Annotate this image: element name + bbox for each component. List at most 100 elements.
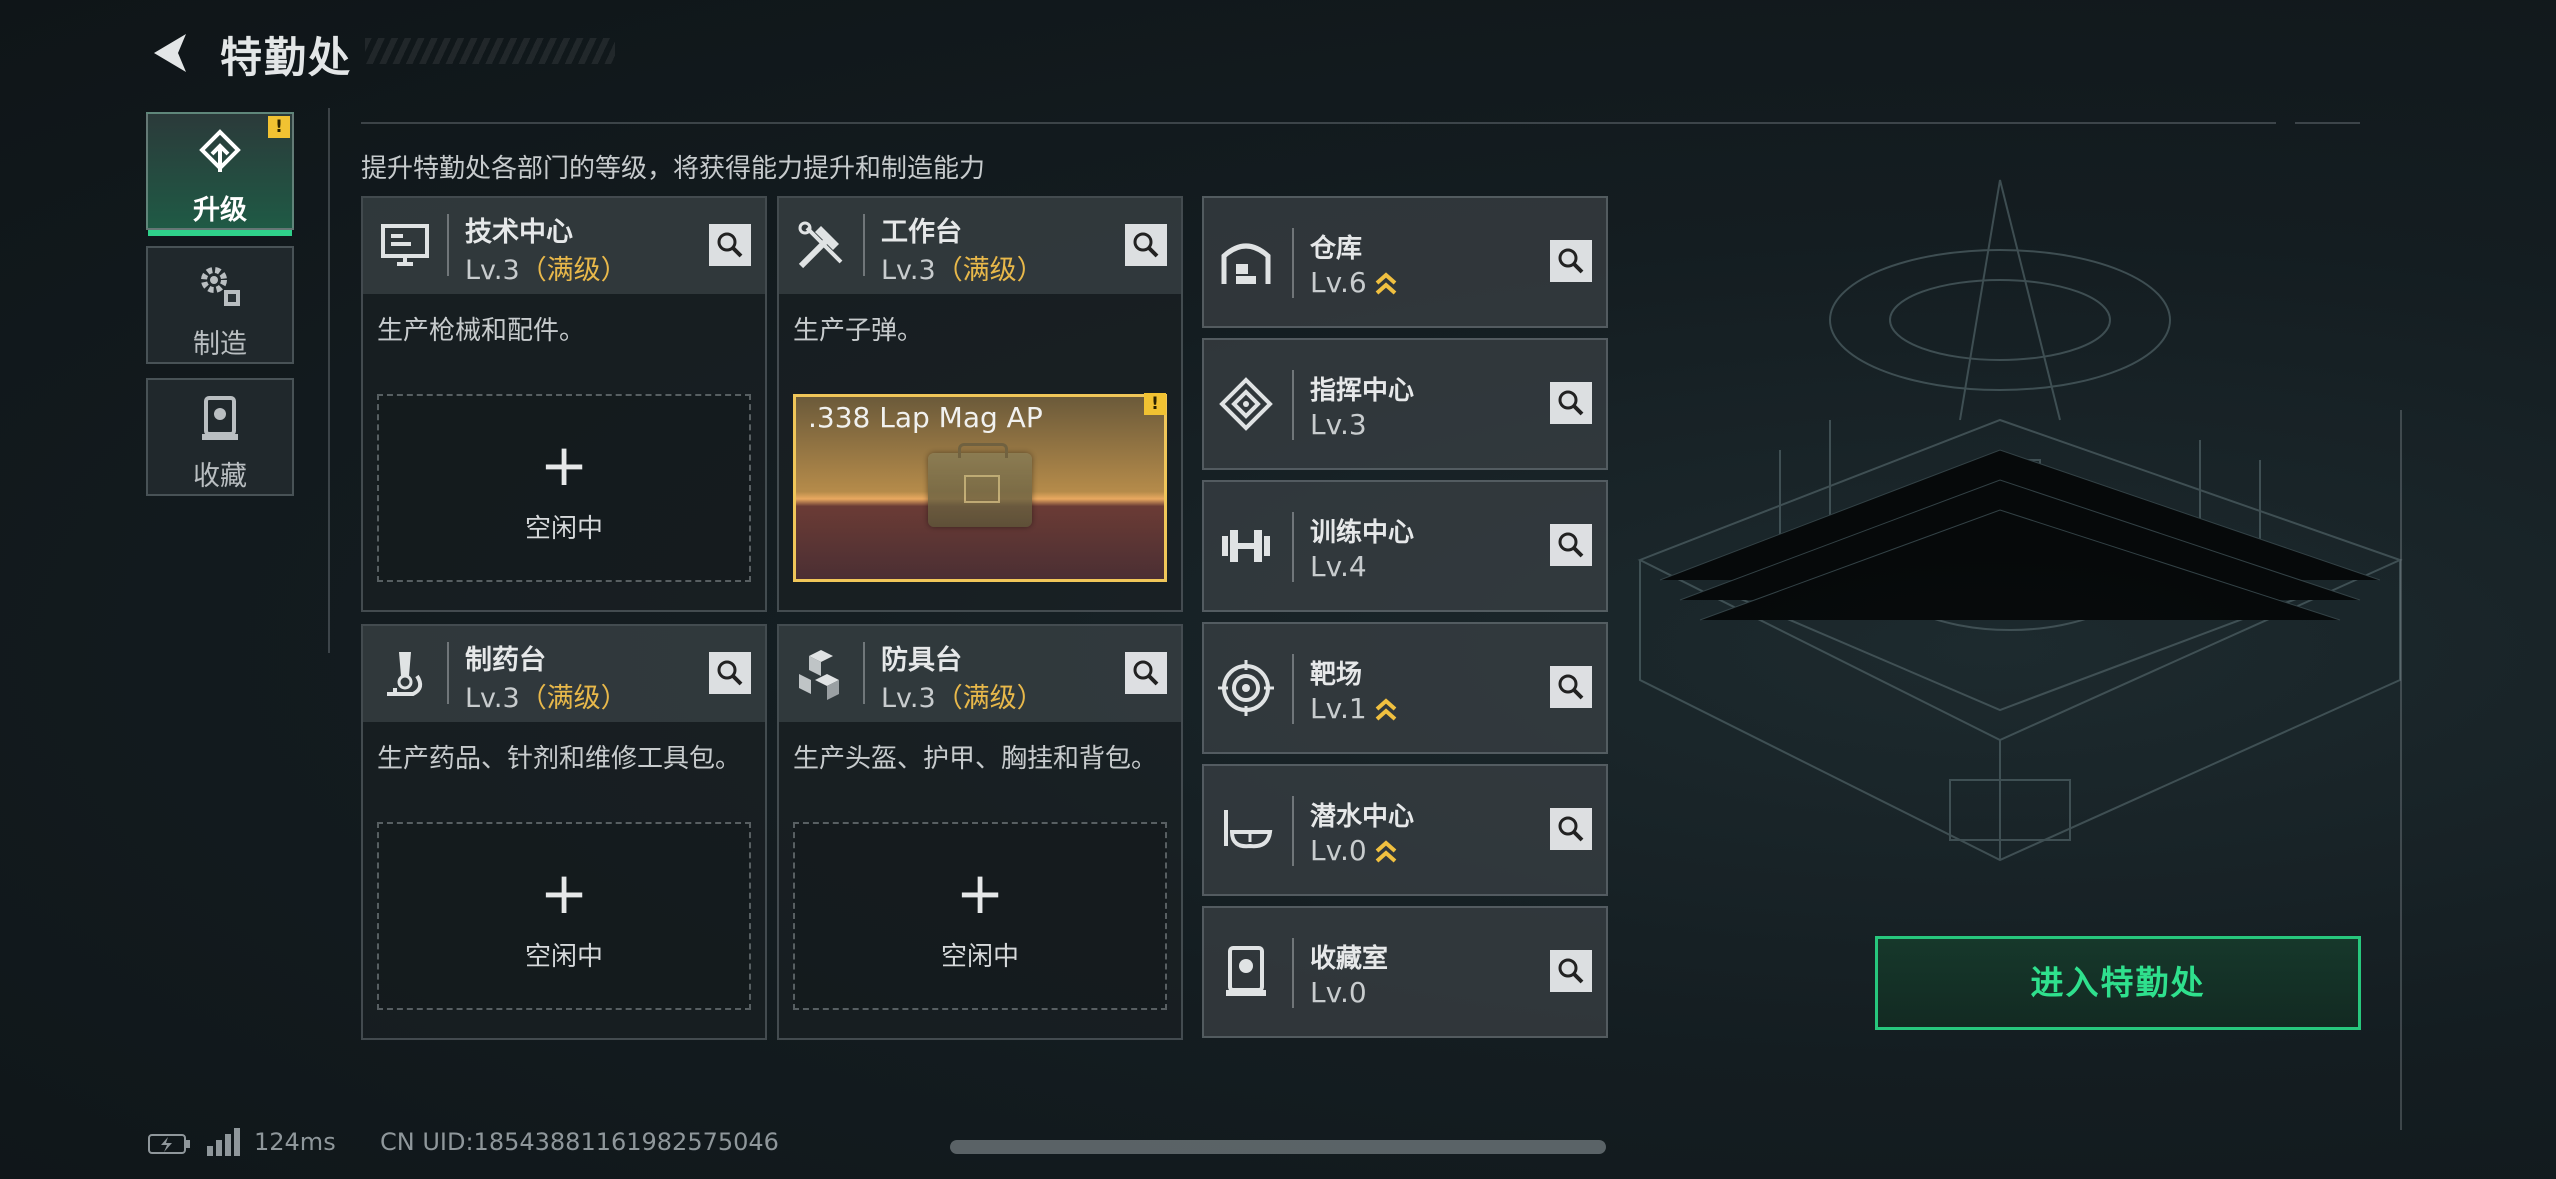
search-icon[interactable] xyxy=(1550,950,1592,992)
search-icon[interactable] xyxy=(1550,382,1592,424)
workstation-level: Lv.3（满级） xyxy=(881,255,1044,286)
workstation-tech-center: 技术中心 Lv.3（满级） 生产枪械和配件。 + 空闲中 xyxy=(361,196,767,612)
row-separator xyxy=(1292,512,1294,582)
header-divider-line xyxy=(361,122,2276,124)
row-separator xyxy=(1292,938,1294,1008)
search-icon[interactable] xyxy=(1550,666,1592,708)
workstation-description: 生产头盔、护甲、胸挂和背包。 xyxy=(793,744,1158,774)
workstation-name: 防具台 xyxy=(881,645,962,676)
alert-badge: ! xyxy=(268,116,290,138)
battery-charging-icon xyxy=(148,1134,190,1154)
facility-level: Lv.0 xyxy=(1310,976,1367,1009)
home-indicator[interactable] xyxy=(950,1140,1606,1154)
alert-badge: ! xyxy=(1144,393,1166,415)
production-slot-empty[interactable]: + 空闲中 xyxy=(377,822,751,1010)
production-slot-empty[interactable]: + 空闲中 xyxy=(793,822,1167,1010)
enter-special-ops-button[interactable]: 进入特勤处 xyxy=(1875,936,2361,1030)
section-description: 提升特勤处各部门的等级，将获得能力提升和制造能力 xyxy=(361,154,986,184)
header-separator xyxy=(447,642,449,704)
display-case-icon xyxy=(1226,946,1266,996)
upgrade-available-icon xyxy=(1375,840,1397,863)
facility-warehouse[interactable]: 仓库 Lv.6 xyxy=(1202,196,1608,328)
page-title: 特勤处 xyxy=(220,33,353,82)
workstation-level: Lv.3（满级） xyxy=(465,255,628,286)
workstation-level: Lv.3（满级） xyxy=(881,683,1044,714)
facility-shooting-range[interactable]: 靶场 Lv.1 xyxy=(1202,622,1608,754)
production-slot-item[interactable]: .338 Lap Mag AP ! xyxy=(793,393,1167,582)
collection-icon xyxy=(202,396,238,440)
facility-level: Lv.4 xyxy=(1310,550,1367,583)
search-icon[interactable] xyxy=(709,652,751,694)
card-header: 技术中心 Lv.3（满级） xyxy=(363,198,765,294)
production-slot-empty[interactable]: + 空闲中 xyxy=(377,394,751,582)
row-separator xyxy=(1292,796,1294,866)
search-icon[interactable] xyxy=(1125,652,1167,694)
max-level-tag: （满级） xyxy=(519,255,628,286)
user-uid: CN UID:18543881161982575046 xyxy=(380,1128,779,1156)
sidebar-divider-line xyxy=(328,108,330,653)
header-separator xyxy=(863,642,865,704)
facility-training-center[interactable]: 训练中心 Lv.4 xyxy=(1202,480,1608,612)
workstation-armor-bench: 防具台 Lv.3（满级） 生产头盔、护甲、胸挂和背包。 + 空闲中 xyxy=(777,624,1183,1040)
headquarters-illustration xyxy=(1637,179,2403,862)
facility-name: 指挥中心 xyxy=(1310,376,1415,406)
tab-craft-label: 制造 xyxy=(193,329,247,360)
workstation-description: 生产枪械和配件。 xyxy=(377,316,586,346)
microscope-icon xyxy=(387,652,423,696)
add-icon: + xyxy=(539,859,589,927)
command-icon xyxy=(1219,377,1273,431)
facility-diving-center[interactable]: 潜水中心 Lv.0 xyxy=(1202,764,1608,896)
workstation-pharmacy: 制药台 Lv.3（满级） 生产药品、针剂和维修工具包。 + 空闲中 xyxy=(361,624,767,1040)
ammo-crate-icon xyxy=(928,443,1032,527)
tab-collection-label: 收藏 xyxy=(193,461,247,492)
warehouse-icon xyxy=(1221,243,1271,284)
workstation-name: 制药台 xyxy=(465,645,546,676)
header-separator xyxy=(863,214,865,276)
tab-upgrade[interactable]: 升级 ! xyxy=(146,112,294,236)
add-icon: + xyxy=(955,859,1005,927)
back-arrow-icon[interactable] xyxy=(148,30,192,76)
right-divider-line xyxy=(2400,410,2402,1130)
upgrade-available-icon xyxy=(1375,698,1397,721)
workstation-name: 技术中心 xyxy=(465,217,573,248)
card-header: 防具台 Lv.3（满级） xyxy=(779,626,1181,722)
facility-level: Lv.0 xyxy=(1310,834,1397,867)
search-icon[interactable] xyxy=(1550,524,1592,566)
upgrade-available-icon xyxy=(1375,272,1397,295)
search-icon[interactable] xyxy=(1550,240,1592,282)
upgrade-icon xyxy=(199,129,241,172)
workstation-description: 生产子弹。 xyxy=(793,316,924,346)
workstation-name: 工作台 xyxy=(881,217,962,248)
computer-icon xyxy=(381,224,429,266)
row-separator xyxy=(1292,228,1294,298)
facility-name: 仓库 xyxy=(1310,234,1363,264)
max-level-tag: （满级） xyxy=(935,683,1044,714)
facility-level: Lv.3 xyxy=(1310,408,1367,441)
facility-command-center[interactable]: 指挥中心 Lv.3 xyxy=(1202,338,1608,470)
header-divider-line-right xyxy=(2295,122,2360,124)
signal-strength-icon xyxy=(207,1128,240,1156)
card-header: 制药台 Lv.3（满级） xyxy=(363,626,765,722)
search-icon[interactable] xyxy=(709,224,751,266)
title-decoration xyxy=(365,38,615,64)
search-icon[interactable] xyxy=(1550,808,1592,850)
dumbbell-icon xyxy=(1222,530,1270,562)
card-header: 工作台 Lv.3（满级） xyxy=(779,198,1181,294)
max-level-tag: （满级） xyxy=(935,255,1044,286)
search-icon[interactable] xyxy=(1125,224,1167,266)
tools-icon xyxy=(798,221,843,269)
row-separator xyxy=(1292,370,1294,440)
facility-level: Lv.1 xyxy=(1310,692,1397,725)
slot-status: 空闲中 xyxy=(524,514,603,544)
tab-upgrade-label: 升级 xyxy=(193,195,247,226)
tab-craft[interactable]: 制造 xyxy=(146,246,294,364)
workstation-level: Lv.3（满级） xyxy=(465,683,628,714)
slot-status: 空闲中 xyxy=(524,942,603,972)
facility-collection-room[interactable]: 收藏室 Lv.0 xyxy=(1202,906,1608,1038)
row-separator xyxy=(1292,654,1294,724)
add-icon: + xyxy=(539,431,589,499)
item-name: .338 Lap Mag AP xyxy=(808,401,1043,434)
tab-collection[interactable]: 收藏 xyxy=(146,378,294,496)
facility-name: 潜水中心 xyxy=(1310,802,1415,832)
header-separator xyxy=(447,214,449,276)
